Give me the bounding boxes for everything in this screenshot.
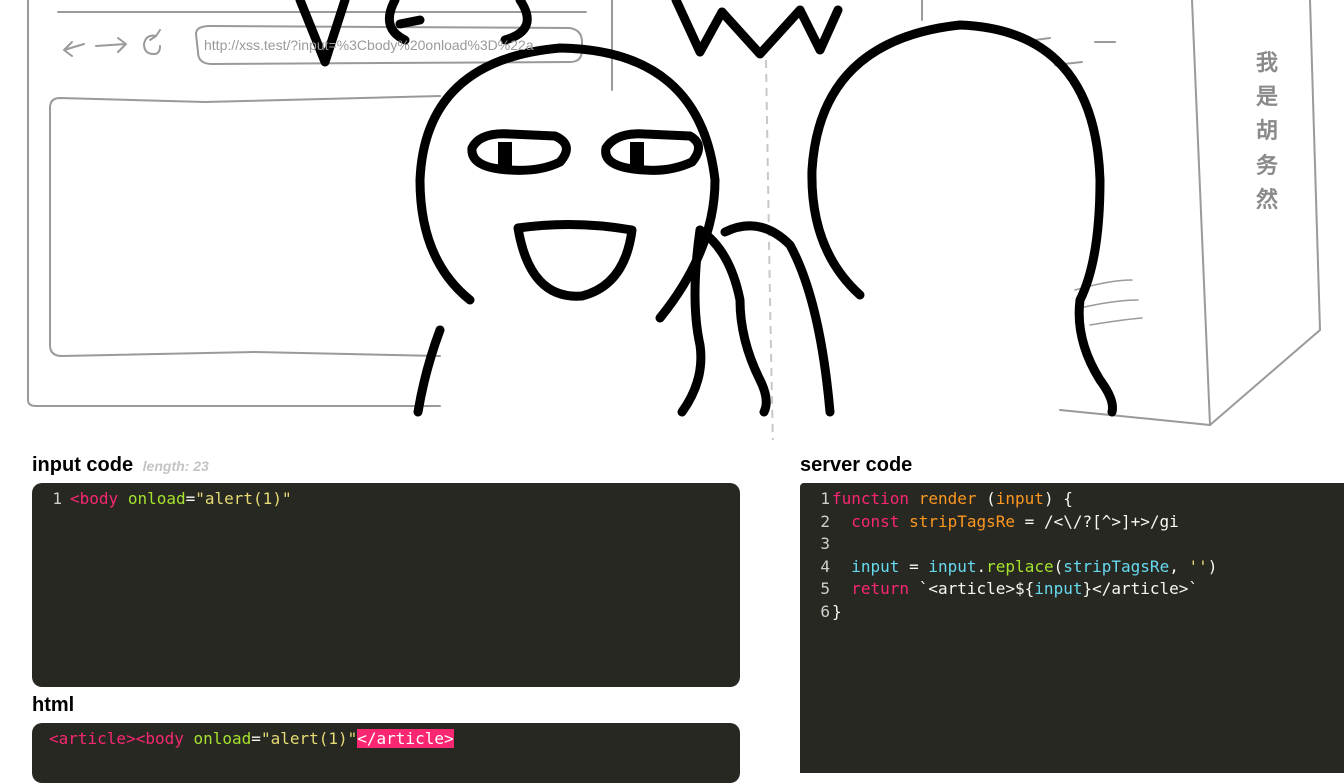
side-char: 是: [1255, 85, 1278, 111]
url-text: http://xss.test/?input=%3Cbody%20onload%…: [204, 37, 534, 53]
comic-illustration: [27, 0, 1322, 440]
side-text: 我 是 胡 务 然: [1250, 51, 1284, 213]
highlighted-close-tag: </article>: [357, 729, 454, 748]
code-line: 3: [820, 534, 830, 553]
code-line: 1 <body onload="alert(1)": [52, 489, 292, 508]
side-char: 我: [1255, 51, 1278, 76]
input-code-editor[interactable]: 1 <body onload="alert(1)": [32, 483, 740, 687]
code-line: 1 function render (input) {: [820, 489, 1073, 508]
side-char: 胡: [1255, 119, 1278, 145]
input-code-title: input code: [32, 454, 134, 476]
input-code-heading: input code length: 23: [32, 454, 209, 477]
html-output-panel: <article><body onload="alert(1)"</articl…: [32, 723, 740, 783]
side-char: 务: [1255, 153, 1278, 179]
code-line: 2 const stripTagsRe = /<\/?[^>]+>/gi: [820, 511, 1179, 531]
server-code-editor: 1 function render (input) { 2 const strip…: [800, 483, 1344, 773]
code-line: 6}: [820, 601, 842, 621]
server-code-title: server code: [800, 454, 913, 476]
length-label: length: 23: [142, 458, 209, 474]
html-title: html: [32, 694, 75, 716]
side-char: 然: [1255, 187, 1278, 213]
code-line: 4 input = input.replace(stripTagsRe, ''): [820, 556, 1218, 576]
html-output-line: <article><body onload="alert(1)"</articl…: [49, 729, 454, 748]
code-line: 5 return `<article>${input}</article>`: [820, 579, 1199, 598]
